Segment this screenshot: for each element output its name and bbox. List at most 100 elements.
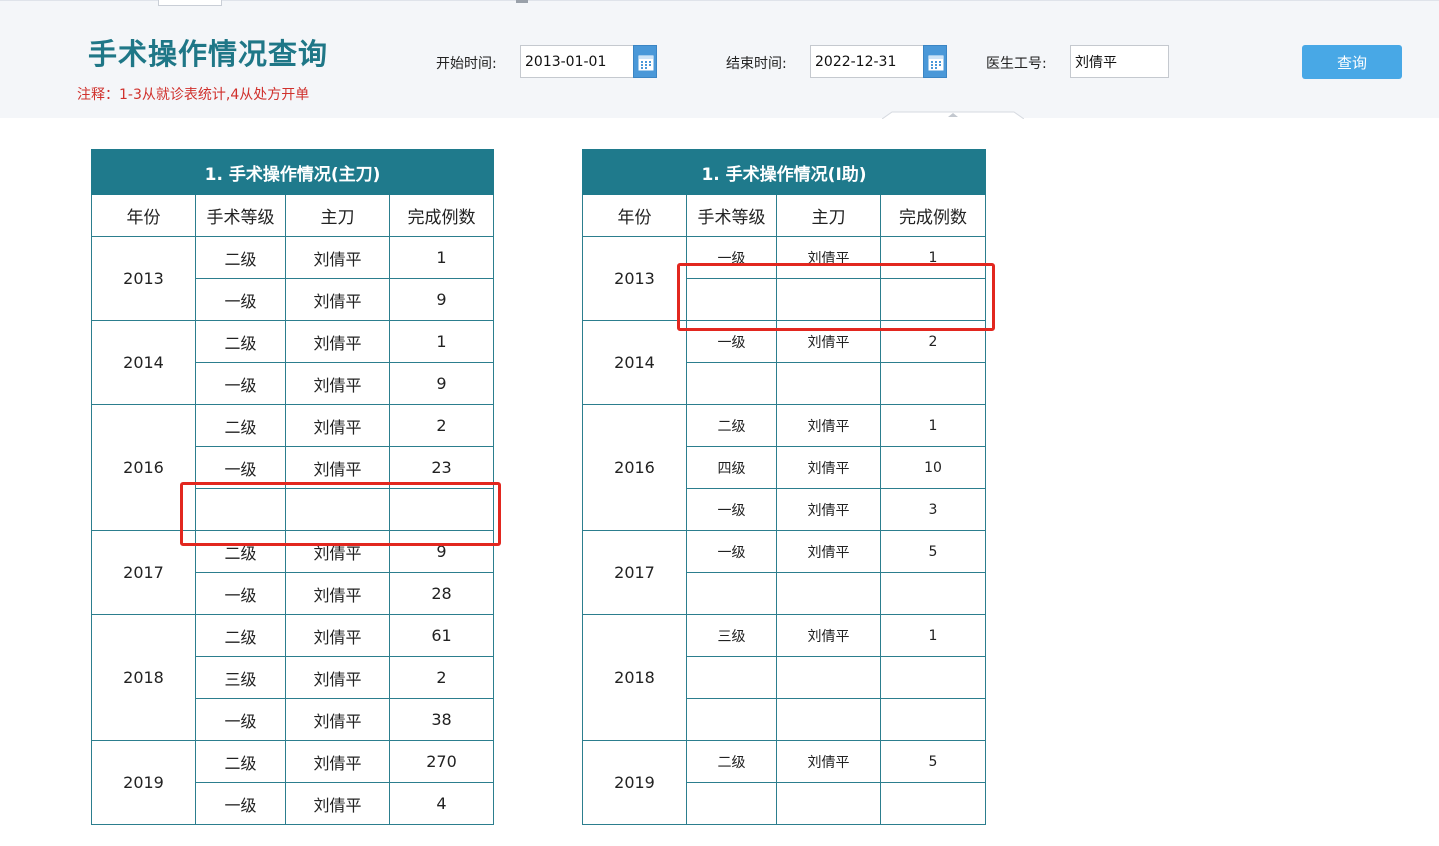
surgeon-cell: 刘倩平 xyxy=(285,782,390,825)
count-cell: 5 xyxy=(879,740,987,783)
column-header: 年份 xyxy=(91,194,196,237)
count-cell xyxy=(879,698,987,741)
grade-cell xyxy=(686,362,777,405)
column-header: 主刀 xyxy=(776,194,881,237)
table-title: 1. 手术操作情况(I助) xyxy=(581,149,987,195)
count-cell: 10 xyxy=(879,446,987,489)
count-cell: 2 xyxy=(389,656,494,699)
count-cell: 3 xyxy=(879,488,987,531)
grade-cell: 一级 xyxy=(686,488,777,531)
tab-stub xyxy=(158,0,222,6)
end-date-input[interactable] xyxy=(810,45,925,78)
surgeon-cell: 刘倩平 xyxy=(776,488,881,531)
count-cell xyxy=(879,656,987,699)
year-cell: 2013 xyxy=(91,236,196,321)
count-cell xyxy=(879,362,987,405)
start-date-input[interactable] xyxy=(520,45,635,78)
year-cell: 2019 xyxy=(582,740,687,825)
year-cell: 2018 xyxy=(91,614,196,741)
grade-cell: 三级 xyxy=(195,656,286,699)
search-button[interactable]: 查询 xyxy=(1302,45,1402,79)
table-row: 2019 二级 刘倩平 5 xyxy=(582,740,987,825)
grade-cell: 二级 xyxy=(686,404,777,447)
table-row: 2018 三级 刘倩平 1 xyxy=(582,614,987,741)
count-cell: 28 xyxy=(389,572,494,615)
collapse-handle[interactable] xyxy=(882,111,1024,119)
table-title: 1. 手术操作情况(主刀) xyxy=(91,149,494,195)
surgeon-cell: 刘倩平 xyxy=(776,740,881,783)
surgeon-cell xyxy=(776,656,881,699)
note-text: 注释：1-3从就诊表统计,4从处方开单 xyxy=(77,87,310,103)
start-date-calendar-button[interactable] xyxy=(633,45,657,78)
year-cell: 2018 xyxy=(582,614,687,741)
highlight-box-assist xyxy=(677,263,995,331)
surgeon-cell xyxy=(776,362,881,405)
count-cell: 61 xyxy=(389,614,494,657)
count-cell: 9 xyxy=(389,278,494,321)
column-header: 手术等级 xyxy=(195,194,286,237)
surgeon-cell: 刘倩平 xyxy=(285,656,390,699)
count-cell: 38 xyxy=(389,698,494,741)
surgeon-cell: 刘倩平 xyxy=(285,614,390,657)
table-row: 2018 二级 刘倩平 61 xyxy=(91,614,494,741)
table-row: 2013 二级 刘倩平 1 xyxy=(91,236,494,321)
count-cell xyxy=(879,572,987,615)
surgeon-cell: 刘倩平 xyxy=(285,278,390,321)
grade-cell: 四级 xyxy=(686,446,777,489)
grade-cell: 一级 xyxy=(195,362,286,405)
grade-cell: 二级 xyxy=(195,404,286,447)
count-cell: 2 xyxy=(389,404,494,447)
table-row: 2017 一级 刘倩平 5 xyxy=(582,530,987,615)
column-header: 手术等级 xyxy=(686,194,777,237)
grade-cell xyxy=(686,782,777,825)
grade-cell: 二级 xyxy=(195,740,286,783)
highlight-box-main xyxy=(180,482,501,546)
start-date-label: 开始时间: xyxy=(436,56,497,72)
surgeon-cell xyxy=(776,782,881,825)
grade-cell xyxy=(686,572,777,615)
count-cell: 1 xyxy=(879,404,987,447)
table-row: 2016 二级 刘倩平 1 xyxy=(582,404,987,531)
surgeon-cell: 刘倩平 xyxy=(776,446,881,489)
grade-cell: 二级 xyxy=(195,614,286,657)
end-date-calendar-button[interactable] xyxy=(923,45,947,78)
tab-stub-marker xyxy=(516,0,528,3)
count-cell: 1 xyxy=(389,236,494,279)
year-cell: 2014 xyxy=(582,320,687,405)
table-row: 2016 二级 刘倩平 2 xyxy=(91,404,494,531)
year-cell: 2013 xyxy=(582,236,687,321)
grade-cell: 三级 xyxy=(686,614,777,657)
surgeon-cell xyxy=(776,572,881,615)
grade-cell: 一级 xyxy=(686,530,777,573)
grade-cell: 一级 xyxy=(195,698,286,741)
first-assistant-table: 1. 手术操作情况(I助) 年份 手术等级 主刀 完成例数 2013 一级 刘倩平 1… xyxy=(581,149,987,825)
count-cell: 1 xyxy=(879,614,987,657)
surgeon-cell: 刘倩平 xyxy=(285,698,390,741)
count-cell: 9 xyxy=(389,362,494,405)
surgeon-cell: 刘倩平 xyxy=(776,404,881,447)
grade-cell: 二级 xyxy=(195,320,286,363)
surgeon-cell: 刘倩平 xyxy=(776,530,881,573)
calendar-icon xyxy=(638,55,654,71)
surgeon-cell: 刘倩平 xyxy=(285,404,390,447)
query-header-bar: 手术操作情况查询 注释：1-3从就诊表统计,4从处方开单 开始时间: 结束时间: xyxy=(0,0,1439,119)
year-cell: 2019 xyxy=(91,740,196,825)
doctor-id-input[interactable] xyxy=(1070,45,1169,78)
column-header: 主刀 xyxy=(285,194,390,237)
column-header: 完成例数 xyxy=(879,194,987,237)
end-date-label: 结束时间: xyxy=(726,56,787,72)
page-title: 手术操作情况查询 xyxy=(88,37,329,71)
surgeon-cell: 刘倩平 xyxy=(285,320,390,363)
count-cell xyxy=(879,782,987,825)
column-header: 完成例数 xyxy=(389,194,494,237)
doctor-id-label: 医生工号: xyxy=(986,56,1047,72)
grade-cell: 二级 xyxy=(686,740,777,783)
table-row: 2019 二级 刘倩平 270 xyxy=(91,740,494,825)
calendar-icon xyxy=(928,55,944,71)
grade-cell: 一级 xyxy=(195,572,286,615)
surgeon-cell: 刘倩平 xyxy=(285,362,390,405)
count-cell: 270 xyxy=(389,740,494,783)
surgeon-cell: 刘倩平 xyxy=(285,740,390,783)
year-cell: 2017 xyxy=(582,530,687,615)
grade-cell: 一级 xyxy=(195,782,286,825)
